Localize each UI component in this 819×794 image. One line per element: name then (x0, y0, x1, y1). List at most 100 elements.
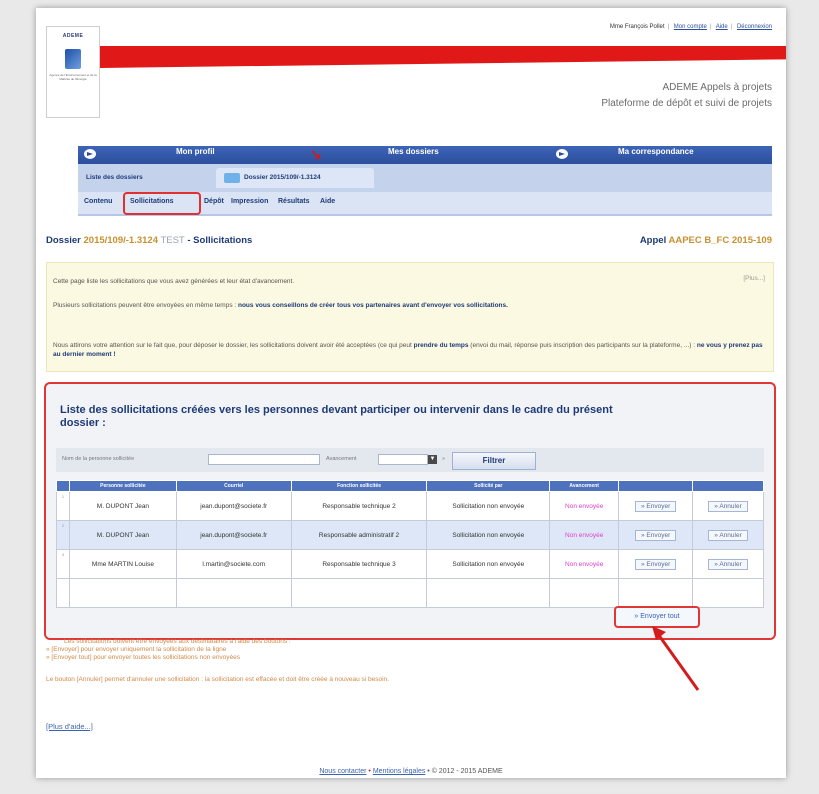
legal-link[interactable]: Mentions légales (373, 768, 426, 775)
row-send-cell: » Envoyer (618, 549, 694, 579)
row-number: 2 (56, 520, 70, 550)
send-button[interactable]: » Envoyer (634, 529, 677, 541)
row-cancel-cell: » Annuler (692, 549, 764, 579)
nav-my-profile[interactable]: Mon profil (176, 146, 215, 164)
filter-name-label: Nom de la personne sollicitée (62, 456, 135, 462)
row-role: Responsable technique 2 (290, 491, 428, 521)
dossier-tab-label[interactable]: Dossier 2015/109/-1.3124 (244, 174, 321, 181)
info-line-3: Nous attirons votre attention sur le fai… (53, 341, 767, 359)
row-person: Mme MARTIN Louise (69, 549, 177, 579)
page-title-test: TEST (157, 235, 185, 246)
row-person: M. DUPONT Jean (69, 491, 177, 521)
filter-name-input[interactable] (208, 454, 320, 465)
send-button[interactable]: » Envoyer (634, 558, 677, 570)
table-header-row: Personne sollicitée Courriel Fonction so… (56, 480, 764, 492)
contact-link[interactable]: Nous contacter (319, 768, 366, 775)
info-line-1: Cette page liste les sollicitations que … (53, 278, 295, 285)
annotation-arrow-icon (652, 626, 700, 691)
notes-line-2: » [Envoyer] pour envoyer uniquement la s… (46, 646, 227, 653)
filter-status-label: Avancement (326, 456, 357, 462)
col-role[interactable]: Fonction sollicitée (290, 480, 428, 492)
footer: Nous contacter • Mentions légales • © 20… (36, 768, 786, 775)
col-status[interactable]: Avancement (549, 480, 620, 492)
site-title: ADEME Appels à projets Plateforme de dép… (601, 80, 772, 112)
row-status: Non envoyée (549, 491, 620, 521)
empty-cell (618, 578, 694, 608)
cancel-button[interactable]: » Annuler (708, 529, 748, 541)
notes-line-3: » [Envoyer tout] pour envoyer toutes les… (46, 654, 241, 661)
logo-text: ADEME (62, 33, 84, 39)
row-number: 3 (56, 549, 70, 579)
copyright: • © 2012 - 2015 ADEME (427, 768, 503, 775)
site-title-line2: Plateforme de dépôt et suivi de projets (601, 98, 772, 109)
col-num (56, 480, 70, 492)
filter-status-select[interactable] (378, 454, 428, 465)
notes-line-4: Le bouton [Annuler] permet d'annuler une… (46, 676, 389, 683)
arrow-right-icon (84, 149, 96, 159)
row-requested-by: Sollicitation non envoyée (426, 520, 551, 550)
panel-title: Liste des sollicitations créées vers les… (60, 404, 613, 429)
tab-depot[interactable]: Dépôt (204, 198, 224, 205)
site-title-line1: ADEME Appels à projets (662, 82, 773, 93)
logo-emblem-icon (65, 49, 81, 69)
row-send-cell: » Envoyer (618, 491, 694, 521)
info-line-3-strong: prendre du temps (413, 342, 469, 349)
row-cancel-cell: » Annuler (692, 491, 764, 521)
user-name: Mme François Pollet (609, 24, 665, 30)
col-person[interactable]: Personne sollicitée (69, 480, 177, 492)
info-line-2-strong: nous vous conseillons de créer tous vos … (237, 302, 508, 309)
row-requested-by: Sollicitation non envoyée (426, 491, 551, 521)
folder-list-link[interactable]: Liste des dossiers (86, 174, 143, 181)
tab-resultats[interactable]: Résultats (278, 198, 310, 205)
row-cancel-cell: » Annuler (692, 520, 764, 550)
plus-link[interactable]: [Plus...] (743, 275, 765, 282)
tab-contenu[interactable]: Contenu (84, 198, 112, 205)
empty-cell (175, 578, 292, 608)
more-help-link[interactable]: [Plus d'aide...] (46, 722, 93, 731)
highlight-sollicitations-tab (123, 192, 201, 215)
appel-title: Appel AAPEC B_FC 2015-109 (640, 235, 772, 246)
page-title-dossier-number: 2015/109/-1.3124 (83, 235, 158, 246)
chevron-down-icon[interactable]: ▼ (428, 455, 437, 464)
col-send (618, 480, 694, 492)
check-icon: ↘ (310, 146, 322, 162)
tab-impression[interactable]: Impression (231, 198, 268, 205)
filter-button[interactable]: Filtrer (452, 452, 536, 470)
info-line-3-text-2: (envoi du mail, réponse puis inscription… (468, 342, 697, 349)
row-email: jean.dupont@societe.fr (175, 520, 292, 550)
row-number: 1 (56, 491, 70, 521)
notes-block: Les sollicitations doivent être envoyées… (46, 638, 389, 684)
info-line-2: Plusieurs sollicitations peuvent être en… (53, 301, 767, 310)
filter-separator: » (442, 456, 446, 462)
page-frame: ADEME Agence de l'Environnement et de la… (36, 8, 786, 778)
logout-link[interactable]: Déconnexion (737, 24, 772, 30)
appel-prefix: Appel (639, 235, 669, 246)
account-link[interactable]: Mon compte (674, 24, 707, 30)
arrow-right-icon (556, 149, 568, 159)
cancel-button[interactable]: » Annuler (708, 558, 748, 570)
cancel-button[interactable]: » Annuler (708, 500, 748, 512)
subnav-folders: Liste des dossiers Dossier 2015/109/-1.3… (78, 164, 772, 192)
ademe-logo[interactable]: ADEME Agence de l'Environnement et de la… (46, 26, 100, 118)
tab-aide[interactable]: Aide (320, 198, 335, 205)
page-title-prefix: Dossier (46, 235, 84, 246)
empty-cell (426, 578, 551, 608)
nav-my-folders[interactable]: Mes dossiers (388, 146, 439, 164)
col-by[interactable]: Sollicité par (426, 480, 551, 492)
table-row: 3 Mme MARTIN Louise l.martin@societe.com… (56, 549, 764, 579)
row-email: jean.dupont@societe.fr (175, 491, 292, 521)
row-number (56, 578, 70, 608)
empty-cell (549, 578, 620, 608)
send-button[interactable]: » Envoyer (634, 500, 677, 512)
empty-cell (692, 578, 764, 608)
nav-my-mail[interactable]: Ma correspondance (618, 146, 694, 164)
table-row-empty (56, 578, 764, 608)
table-row: 2 M. DUPONT Jean jean.dupont@societe.fr … (56, 520, 764, 550)
row-send-cell: » Envoyer (618, 520, 694, 550)
col-email[interactable]: Courriel (175, 480, 292, 492)
logo-subtitle: Agence de l'Environnement et de la Maîtr… (49, 73, 97, 81)
table-row: 1 M. DUPONT Jean jean.dupont@societe.fr … (56, 491, 764, 521)
row-role: Responsable administratif 2 (290, 520, 428, 550)
help-top-link[interactable]: Aide (716, 24, 728, 30)
main-nav: Mon profil ↘ Mes dossiers Ma corresponda… (78, 146, 772, 164)
